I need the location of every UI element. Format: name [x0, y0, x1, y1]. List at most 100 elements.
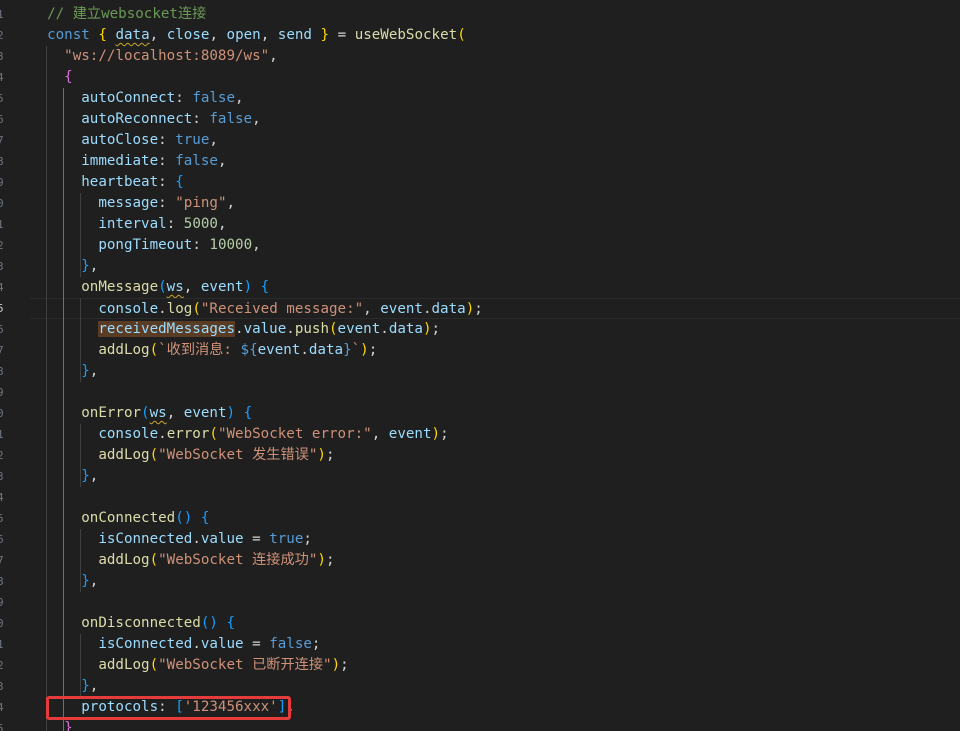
code-line[interactable]: addLog("WebSocket 连接成功");	[0, 550, 960, 571]
code-token: error	[166, 426, 210, 442]
code-line[interactable]: heartbeat: {	[0, 172, 960, 193]
code-line[interactable]: },	[0, 361, 960, 382]
code-line[interactable]: addLog("WebSocket 已断开连接");	[0, 655, 960, 676]
code-line[interactable]: addLog(`收到消息: ${event.data}`);	[0, 340, 960, 361]
code-token: onMessage	[81, 279, 159, 295]
code-token: )	[422, 321, 432, 337]
code-line[interactable]: onMessage(ws, event) {	[0, 277, 960, 298]
code-token: )	[431, 426, 441, 442]
code-token: ;	[431, 321, 441, 337]
code-token: =	[329, 27, 355, 43]
code-line[interactable]	[0, 382, 960, 403]
code-token: (	[209, 426, 218, 442]
code-line[interactable]: },	[0, 466, 960, 487]
code-token: ${	[240, 342, 258, 358]
code-line[interactable]: // 建立websocket连接	[0, 4, 960, 25]
code-token: }	[81, 573, 90, 589]
code-token: data	[431, 301, 466, 317]
code-line[interactable]	[0, 592, 960, 613]
code-line[interactable]: autoReconnect: false,	[0, 109, 960, 130]
code-token: ,	[89, 258, 99, 274]
code-token: }	[343, 342, 352, 358]
code-line[interactable]: }	[0, 718, 960, 731]
code-token: }	[81, 678, 90, 694]
code-token: value	[200, 636, 244, 652]
code-token: log	[166, 301, 193, 317]
code-line[interactable]: console.log("Received message:", event.d…	[30, 298, 960, 319]
indent-guide	[80, 529, 82, 592]
code-token: message	[98, 195, 159, 211]
line-number: 5	[0, 302, 4, 315]
code-token: {	[260, 279, 270, 295]
code-line[interactable]	[0, 487, 960, 508]
code-token: ,	[286, 699, 295, 715]
code-line[interactable]: isConnected.value = false;	[0, 634, 960, 655]
code-line[interactable]: },	[0, 256, 960, 277]
code-line[interactable]: addLog("WebSocket 发生错误");	[0, 445, 960, 466]
code-token: ,	[371, 426, 389, 442]
code-line[interactable]: pongTimeout: 10000,	[0, 235, 960, 256]
code-token: :	[158, 153, 176, 169]
code-line[interactable]: interval: 5000,	[0, 214, 960, 235]
code-line[interactable]: onConnected() {	[0, 508, 960, 529]
code-token: (	[457, 27, 466, 43]
code-line[interactable]: console.error("WebSocket error:", event)…	[0, 424, 960, 445]
code-token: "WebSocket 发生错误"	[158, 447, 318, 463]
code-line[interactable]: onDisconnected() {	[0, 613, 960, 634]
code-token: receivedMessages	[98, 321, 236, 337]
code-line[interactable]: autoClose: true,	[0, 130, 960, 151]
code-line[interactable]: onError(ws, event) {	[0, 403, 960, 424]
code-token: ;	[474, 301, 483, 317]
code-line[interactable]: message: "ping",	[0, 193, 960, 214]
code-token: ,	[260, 27, 278, 43]
code-token: (	[149, 552, 159, 568]
code-line[interactable]: isConnected.value = true;	[0, 529, 960, 550]
code-token: ws	[149, 405, 167, 421]
code-token: ,	[209, 27, 227, 43]
code-token: 10000	[209, 237, 253, 253]
indent-guide	[80, 298, 82, 382]
code-token: immediate	[81, 153, 159, 169]
code-token: event	[380, 301, 423, 317]
code-line[interactable]: const { data, close, open, send } = useW…	[0, 25, 960, 46]
code-line[interactable]: },	[0, 676, 960, 697]
code-line[interactable]: immediate: false,	[0, 151, 960, 172]
code-token: :	[175, 90, 193, 106]
code-token: :	[158, 132, 176, 148]
code-token: true	[175, 132, 210, 148]
code-token: ,	[252, 111, 261, 127]
code-token: )	[331, 657, 341, 673]
code-token: console	[98, 301, 159, 317]
code-line[interactable]: {	[0, 67, 960, 88]
code-token: send	[277, 27, 312, 43]
code-token: data	[388, 321, 423, 337]
code-line[interactable]: "ws://localhost:8089/ws",	[0, 46, 960, 67]
code-line[interactable]: protocols: ['123456xxx'],	[0, 697, 960, 718]
code-token: isConnected	[98, 636, 193, 652]
code-token: addLog	[98, 447, 150, 463]
code-line[interactable]: },	[0, 571, 960, 592]
code-token: =	[243, 636, 270, 652]
code-token: .	[235, 321, 244, 337]
code-line[interactable]: receivedMessages.value.push(event.data);	[0, 319, 960, 340]
code-token: event	[183, 405, 227, 421]
code-token: .	[158, 426, 167, 442]
code-editor[interactable]: 12345678901234567890123456789012345 // 建…	[0, 0, 960, 731]
code-token: ,	[252, 237, 261, 253]
code-token: [	[175, 699, 184, 715]
code-line[interactable]: autoConnect: false,	[0, 88, 960, 109]
code-token: {	[226, 615, 236, 631]
code-token: ;	[303, 531, 312, 547]
code-token: false	[192, 90, 236, 106]
code-token: ,	[89, 468, 99, 484]
code-token: ,	[89, 363, 99, 379]
code-token: `	[351, 342, 361, 358]
code-token: ,	[183, 279, 201, 295]
indent-guide	[80, 424, 82, 487]
code-token: .	[380, 321, 389, 337]
